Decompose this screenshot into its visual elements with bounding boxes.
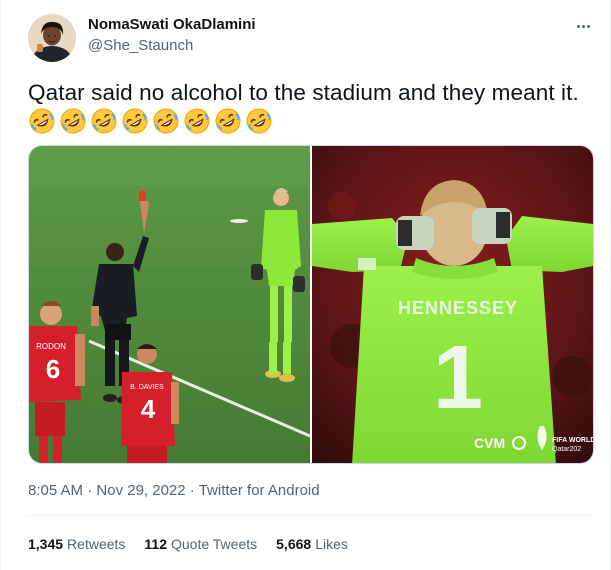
shirt-number-left-2: 4 (141, 394, 156, 424)
emoji-row (28, 107, 273, 135)
rolling-laughing-emoji-icon (153, 108, 179, 134)
likes-stat[interactable]: 5,668 Likes (276, 536, 348, 552)
meta-separator: · (87, 482, 97, 499)
media-grid: RODON 6 B. DAVIES 4 HENNESSEY 1 CVM FIFA… (28, 145, 594, 464)
shirt-number-right: 1 (433, 328, 483, 428)
shirt-name-right: HENNESSEY (398, 298, 518, 318)
rolling-laughing-emoji-icon (29, 108, 55, 134)
avatar[interactable] (28, 14, 76, 62)
tweet-time[interactable]: 8:05 AM (28, 482, 83, 499)
rolling-laughing-emoji-icon (246, 108, 272, 134)
quote-tweets-stat[interactable]: 112 Quote Tweets (144, 536, 257, 552)
photo-referee-red-card[interactable]: RODON 6 B. DAVIES 4 (29, 146, 310, 463)
retweets-stat[interactable]: 1,345 Retweets (28, 536, 125, 552)
svg-text:Qatar202: Qatar202 (552, 446, 581, 453)
quotes-label: Quote Tweets (171, 536, 258, 552)
rolling-laughing-emoji-icon (60, 108, 86, 134)
rolling-laughing-emoji-icon (91, 108, 117, 134)
author-display-name[interactable]: NomaSwati OkaDlamini (88, 16, 256, 33)
svg-text:FIFA WORLD: FIFA WORLD (552, 437, 593, 444)
author-handle[interactable]: @She_Staunch (88, 37, 193, 54)
divider (28, 515, 594, 516)
tweet-source[interactable]: Twitter for Android (199, 482, 320, 499)
rolling-laughing-emoji-icon (215, 108, 241, 134)
tweet-stats: 1,345 Retweets 112 Quote Tweets 5,668 Li… (28, 536, 348, 552)
likes-label: Likes (315, 536, 348, 552)
quotes-count: 112 (144, 536, 167, 552)
more-options-icon[interactable] (572, 16, 594, 36)
tweet-date[interactable]: Nov 29, 2022 (96, 482, 185, 499)
rolling-laughing-emoji-icon (184, 108, 210, 134)
tweet-card: NomaSwati OkaDlamini @She_Staunch Qatar … (0, 0, 611, 570)
tweet-text: Qatar said no alcohol to the stadium and… (28, 80, 579, 105)
tweet-meta: 8:05 AM · Nov 29, 2022 · Twitter for And… (28, 482, 320, 499)
rolling-laughing-emoji-icon (122, 108, 148, 134)
meta-separator: · (189, 482, 199, 499)
retweets-label: Retweets (67, 536, 126, 552)
retweets-count: 1,345 (28, 536, 64, 552)
shirt-name-left-2: B. DAVIES (130, 384, 164, 391)
watermark-broadcaster: CVM (474, 435, 505, 451)
shirt-name-left-1: RODON (36, 342, 66, 351)
shirt-number-left-1: 6 (46, 354, 60, 384)
photo-hennessey-back[interactable]: HENNESSEY 1 CVM FIFA WORLD Qatar202 (312, 146, 593, 463)
likes-count: 5,668 (276, 536, 312, 552)
